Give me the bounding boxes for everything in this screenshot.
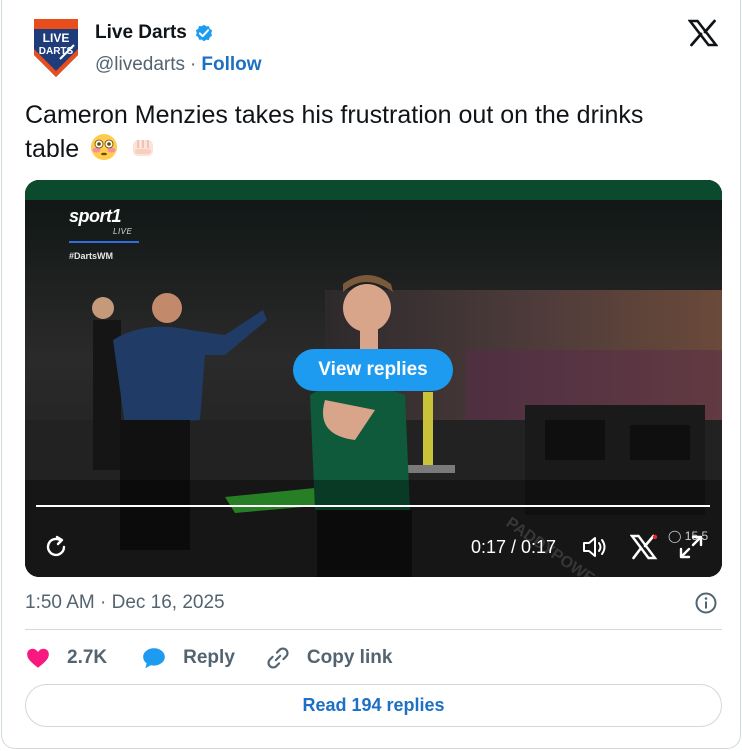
- follow-button[interactable]: Follow: [201, 54, 261, 76]
- tweet-text-line1: Cameron Menzies takes his frustration ou…: [25, 101, 644, 129]
- replay-icon[interactable]: [43, 534, 69, 560]
- live-darts-logo-avatar[interactable]: LIVE DARTS: [30, 15, 82, 80]
- x-logo-icon[interactable]: [688, 19, 718, 47]
- broadcast-hashtag: #DartsWM: [69, 251, 114, 261]
- speech-bubble-icon: [143, 648, 165, 669]
- read-replies-button[interactable]: Read 194 replies: [25, 684, 722, 727]
- like-button[interactable]: 2.7K: [25, 645, 107, 671]
- author-name-row: Live Darts: [95, 22, 215, 44]
- view-replies-button[interactable]: View replies: [293, 349, 453, 391]
- action-bar: 2.7K Reply Copy link: [25, 643, 392, 673]
- reply-button[interactable]: Reply: [141, 645, 235, 671]
- tweet-timestamp[interactable]: 1:50 AM · Dec 16, 2025: [25, 592, 225, 614]
- video-player[interactable]: PADDYPOWER sport1 LIVE #DartsWM View rep…: [25, 180, 722, 577]
- volume-icon[interactable]: [581, 534, 609, 560]
- copy-link-label: Copy link: [306, 647, 393, 668]
- broadcaster-sub-label: LIVE: [113, 227, 133, 236]
- broadcaster-underline: [69, 241, 139, 243]
- verified-badge-icon: [195, 24, 212, 42]
- x-logo-icon[interactable]: [630, 534, 658, 560]
- info-icon[interactable]: [694, 591, 718, 615]
- fullscreen-icon[interactable]: [678, 534, 704, 560]
- broadcaster-logo: sport1: [69, 206, 122, 226]
- logo-text-darts: DARTS: [39, 46, 74, 57]
- author-display-name[interactable]: Live Darts: [95, 22, 187, 44]
- tweet-text-line2: table: [25, 135, 80, 163]
- video-time-display: 0:17 / 0:17: [471, 537, 557, 557]
- video-progress-bar[interactable]: [36, 505, 710, 507]
- copy-link-button[interactable]: Copy link: [265, 645, 393, 671]
- tweet-text: Cameron Menzies takes his frustration ou…: [25, 98, 715, 166]
- handle-separator: ·: [190, 54, 197, 75]
- flushed-face-emoji: [91, 134, 118, 160]
- like-count: 2.7K: [67, 647, 108, 668]
- reply-label: Reply: [183, 647, 235, 668]
- tweet-embed-card: LIVE DARTS Live Darts @livedarts · Follo…: [1, 0, 741, 749]
- logo-text-live: LIVE: [43, 31, 70, 45]
- divider: [25, 629, 722, 630]
- author-handle-row: @livedarts · Follow: [95, 54, 262, 76]
- oncoming-fist-emoji: [133, 140, 154, 156]
- author-handle[interactable]: @livedarts: [95, 54, 185, 76]
- heart-icon: [27, 648, 49, 668]
- link-icon: [267, 647, 289, 669]
